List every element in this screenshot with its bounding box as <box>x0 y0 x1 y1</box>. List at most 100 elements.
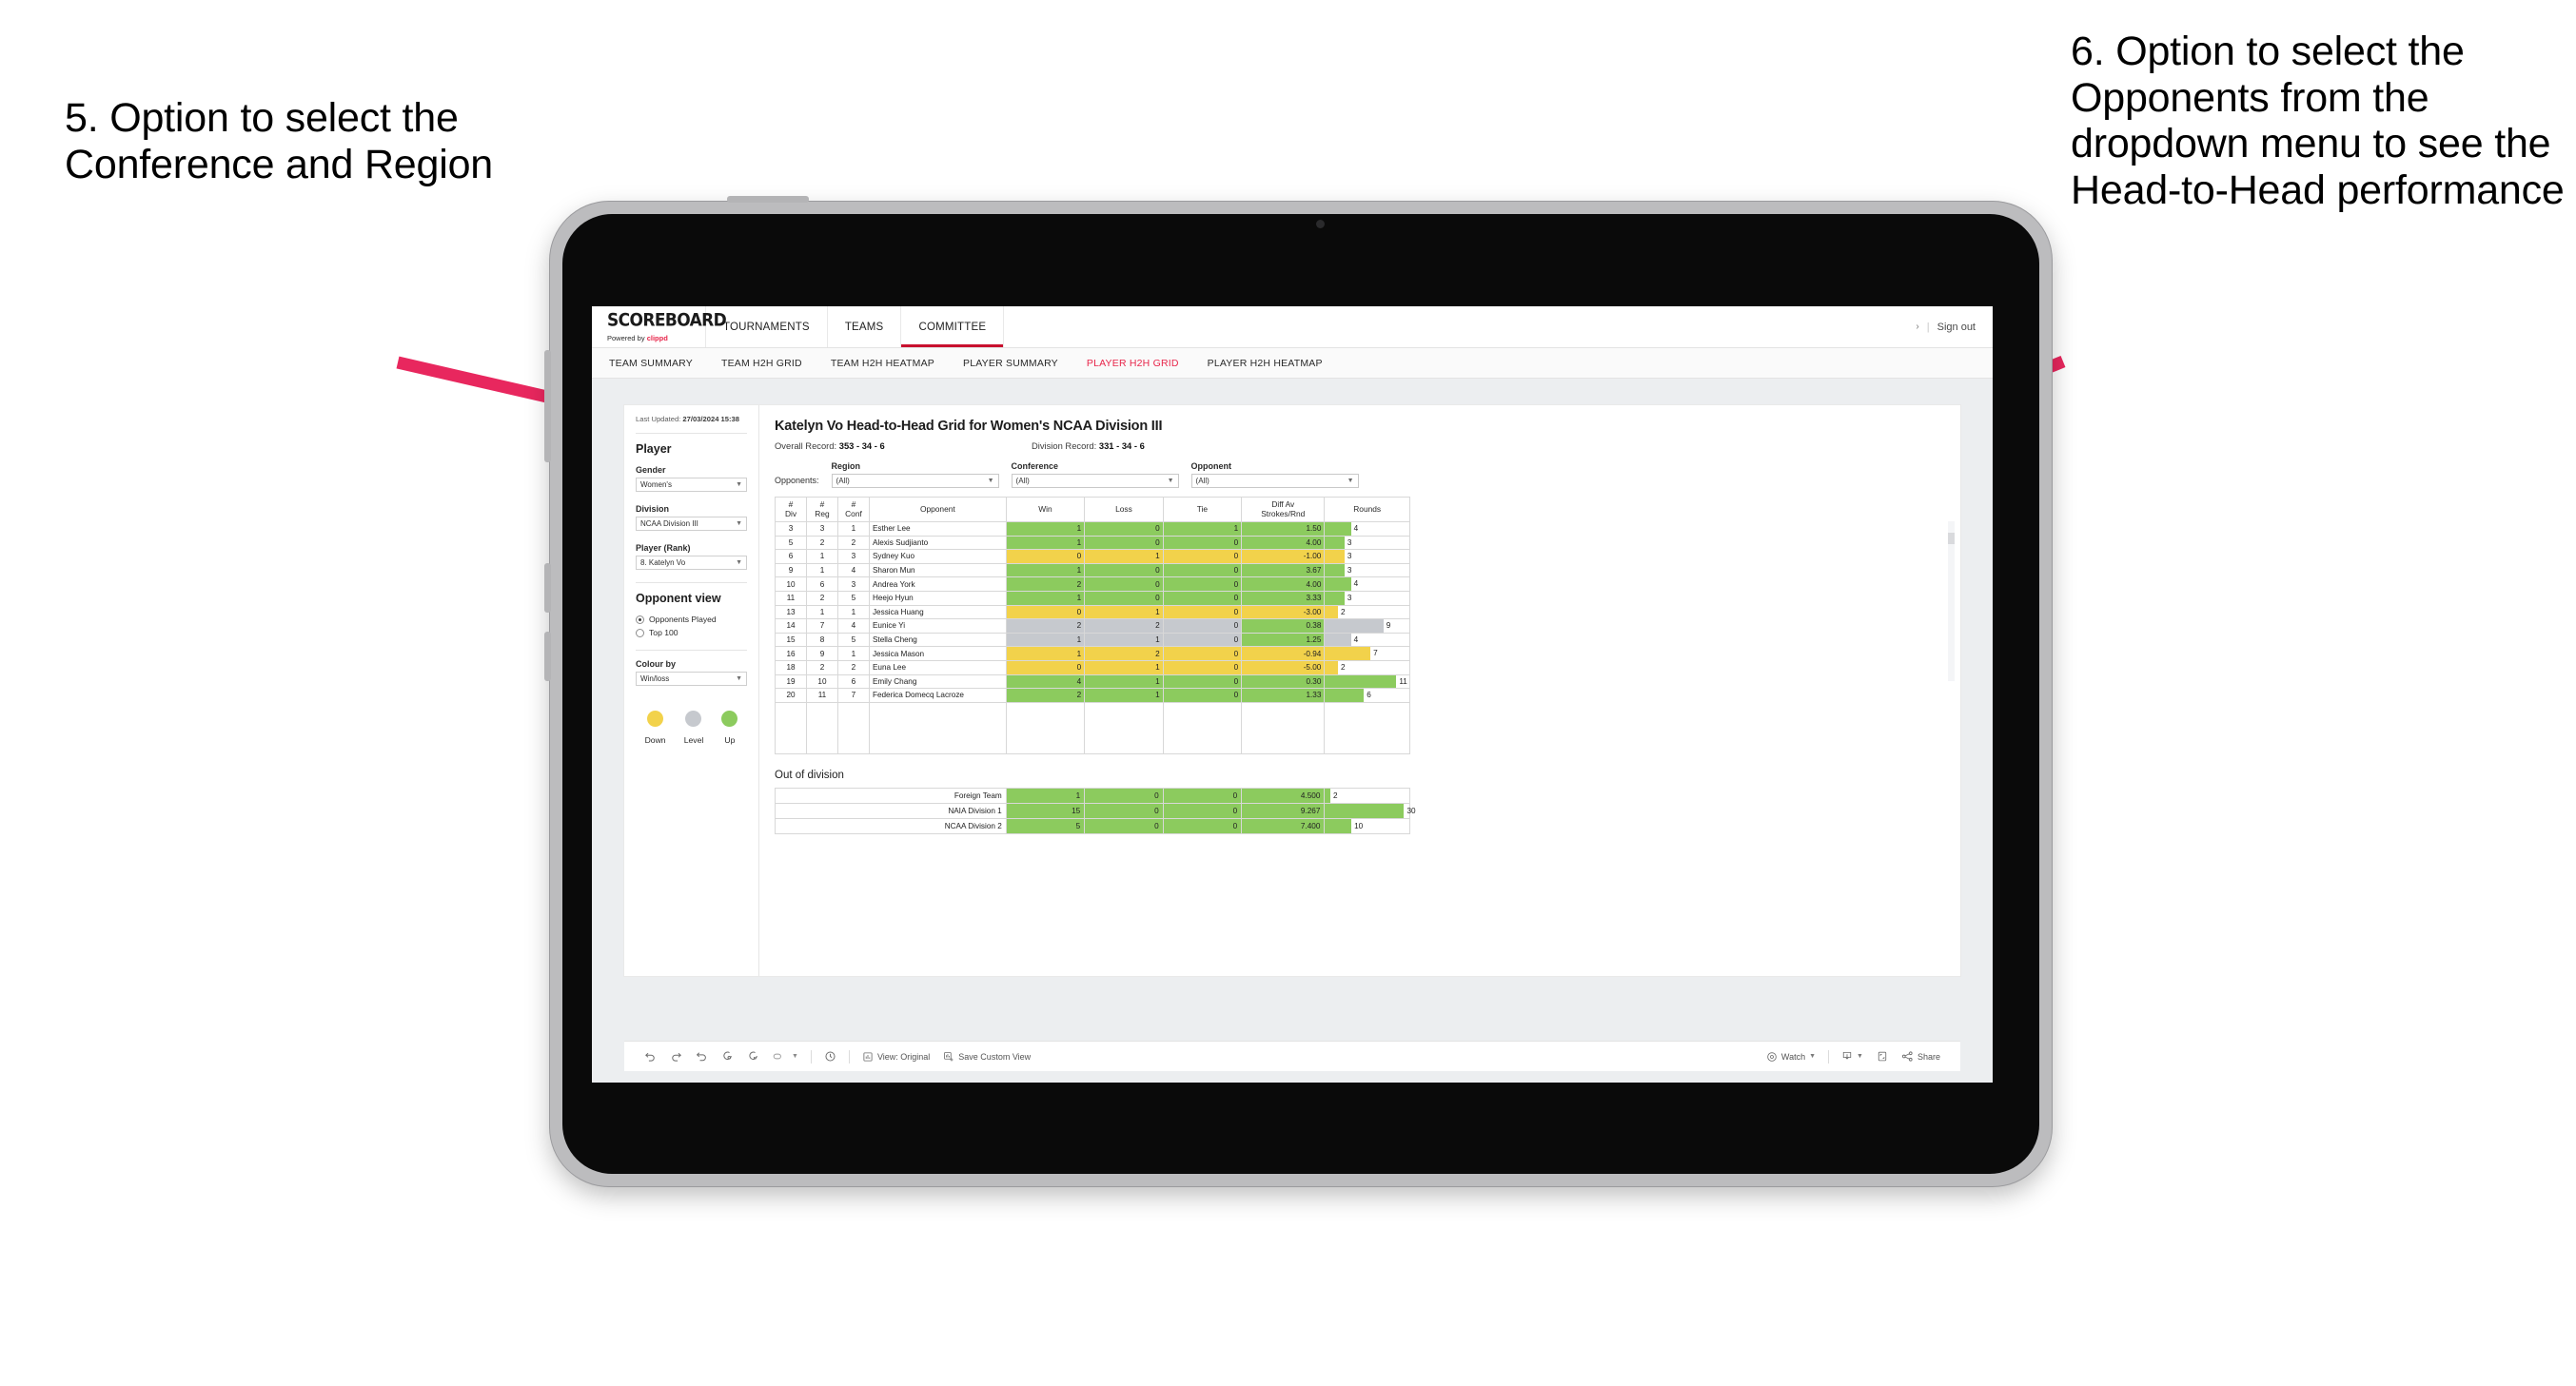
cell-conf: 5 <box>836 632 870 648</box>
chevron-down-icon: ▼ <box>736 675 742 683</box>
grid-scrollbar[interactable] <box>1948 521 1955 681</box>
rounds-value: 4 <box>1353 579 1359 589</box>
cell-conf: 5 <box>836 590 870 606</box>
chevron-down-icon: ▼ <box>736 559 742 567</box>
table-row[interactable]: 13 1 1 Jessica Huang 0 1 0 -3.00 2 <box>775 604 1410 620</box>
subnav-team-h2h-grid[interactable]: TEAM H2H GRID <box>721 358 802 369</box>
col-diff-av-strokes[interactable]: Diff Av Strokes/Rnd <box>1241 497 1326 522</box>
table-row[interactable]: 11 2 5 Heejo Hyun 1 0 0 3.33 3 <box>775 590 1410 606</box>
gender-select[interactable]: Women's ▼ <box>636 478 747 493</box>
cell-diff: 4.00 <box>1241 576 1326 592</box>
table-row[interactable]: NCAA Division 2 5 0 0 7.400 10 <box>775 818 1410 835</box>
table-row[interactable]: 16 9 1 Jessica Mason 1 2 0 -0.94 7 <box>775 646 1410 661</box>
radio-opponents-played[interactable]: Opponents Played <box>636 615 747 624</box>
col-diff-l1: Diff Av <box>1271 498 1295 509</box>
cell-reg: 10 <box>805 673 838 690</box>
fullscreen-button[interactable] <box>1870 1050 1895 1063</box>
view-original-button[interactable]: View: Original <box>855 1051 936 1063</box>
table-row[interactable]: 15 8 5 Stella Cheng 1 1 0 1.25 4 <box>775 632 1410 648</box>
col-conf[interactable]: # Conf <box>836 497 870 522</box>
grid-scrollbar-thumb[interactable] <box>1948 533 1955 544</box>
region-select[interactable]: (All) ▼ <box>831 474 999 488</box>
rounds-bar <box>1325 563 1345 577</box>
subnav-player-summary[interactable]: PLAYER SUMMARY <box>963 358 1058 369</box>
gender-label: Gender <box>636 465 666 476</box>
download-button[interactable]: ▼ <box>1835 1050 1870 1063</box>
table-row[interactable]: 14 7 4 Eunice Yi 2 2 0 0.38 9 <box>775 618 1410 634</box>
pause-button[interactable] <box>740 1050 766 1063</box>
subnav-player-h2h-heatmap[interactable]: PLAYER H2H HEATMAP <box>1208 358 1323 369</box>
col-tie[interactable]: Tie <box>1162 497 1243 522</box>
cell-win: 2 <box>1005 688 1086 703</box>
opponent-select[interactable]: (All) ▼ <box>1190 474 1359 488</box>
table-row[interactable]: 6 1 3 Sydney Kuo 0 1 0 -1.00 3 <box>775 549 1410 564</box>
topnav-teams[interactable]: TEAMS <box>828 306 902 347</box>
cell-loss: 0 <box>1084 562 1164 578</box>
table-row[interactable]: 3 3 1 Esther Lee 1 0 1 1.50 4 <box>775 521 1410 537</box>
division-select[interactable]: NCAA Division III ▼ <box>636 517 747 532</box>
topnav-committee[interactable]: COMMITTEE <box>901 306 1005 347</box>
cell-opponent: Stella Cheng <box>868 632 1007 648</box>
share-button[interactable]: Share <box>1895 1050 1947 1063</box>
conference-select[interactable]: (All) ▼ <box>1011 474 1179 488</box>
table-row[interactable]: 18 2 2 Euna Lee 0 1 0 -5.00 2 <box>775 659 1410 675</box>
rounds-bar <box>1325 536 1345 550</box>
volume-up-button[interactable] <box>544 563 551 613</box>
sign-out-link[interactable]: Sign out <box>1937 322 1976 333</box>
topnav-tournaments[interactable]: TOURNAMENTS <box>706 306 828 347</box>
cell-ood-loss: 0 <box>1084 818 1164 835</box>
cell-tie: 0 <box>1162 618 1243 634</box>
radio-opponents-played-label: Opponents Played <box>649 615 717 625</box>
subnav-team-summary[interactable]: TEAM SUMMARY <box>609 358 693 369</box>
cell-ood-rounds: 10 <box>1324 818 1410 835</box>
highlight-button[interactable]: ▼ <box>766 1050 805 1063</box>
legend-item-up: Up <box>721 711 738 745</box>
refresh-button[interactable] <box>715 1050 740 1063</box>
col-opponent[interactable]: Opponent <box>868 497 1007 522</box>
revert-button[interactable] <box>689 1050 715 1063</box>
cell-tie: 0 <box>1162 673 1243 690</box>
cell-ood-win: 5 <box>1005 818 1086 835</box>
chevron-right-icon[interactable]: › <box>1916 322 1918 332</box>
col-win[interactable]: Win <box>1005 497 1086 522</box>
cell-conf: 1 <box>836 604 870 620</box>
divider <box>636 582 747 584</box>
table-row[interactable]: 20 11 7 Federica Domecq Lacroze 2 1 0 1.33 6 <box>775 688 1410 703</box>
subnav-team-h2h-heatmap[interactable]: TEAM H2H HEATMAP <box>831 358 934 369</box>
clock-button[interactable] <box>817 1050 843 1063</box>
cell-win: 1 <box>1005 590 1086 606</box>
cell-ood-loss: 0 <box>1084 788 1164 805</box>
table-row[interactable]: Foreign Team 1 0 0 4.500 2 <box>775 788 1410 805</box>
watch-button[interactable]: Watch ▼ <box>1760 1051 1822 1063</box>
logo-wordmark: SCOREBOARD <box>607 309 727 332</box>
table-row[interactable]: 5 2 2 Alexis Sudjianto 1 0 0 4.00 3 <box>775 535 1410 551</box>
table-row[interactable]: 10 6 3 Andrea York 2 0 0 4.00 4 <box>775 576 1410 592</box>
table-row[interactable]: 9 1 4 Sharon Mun 1 0 0 3.67 3 <box>775 562 1410 578</box>
colour-by-select[interactable]: Win/loss ▼ <box>636 672 747 687</box>
table-row[interactable]: 19 10 6 Emily Chang 4 1 0 0.30 11 <box>775 673 1410 690</box>
col-loss[interactable]: Loss <box>1084 497 1164 522</box>
table-row[interactable]: NAIA Division 1 15 0 0 9.267 30 <box>775 803 1416 820</box>
rounds-value: 3 <box>1347 537 1352 547</box>
cell-rounds: 4 <box>1324 521 1410 537</box>
side-button[interactable] <box>544 350 551 462</box>
radio-top-100[interactable]: Top 100 <box>636 628 747 637</box>
col-reg[interactable]: # Reg <box>805 497 838 522</box>
app-logo[interactable]: SCOREBOARD Powered by clippd <box>592 306 727 347</box>
subnav-player-h2h-grid[interactable]: PLAYER H2H GRID <box>1087 358 1179 369</box>
undo-button[interactable] <box>638 1050 663 1063</box>
col-div[interactable]: # Div <box>775 497 807 522</box>
power-button[interactable] <box>727 196 809 203</box>
player-rank-value: 8. Katelyn Vo <box>640 558 686 568</box>
player-rank-select[interactable]: 8. Katelyn Vo ▼ <box>636 556 747 571</box>
colour-legend: Down Level Up <box>636 711 747 745</box>
toolbar-separator <box>810 1049 812 1064</box>
region-label: Region <box>831 461 861 471</box>
cell-ood-diff: 4.500 <box>1241 788 1326 805</box>
save-custom-view-button[interactable]: Save Custom View <box>936 1051 1037 1063</box>
chevron-down-icon: ▼ <box>1857 1053 1863 1060</box>
col-rounds[interactable]: Rounds <box>1324 497 1410 522</box>
redo-button[interactable] <box>663 1050 689 1063</box>
volume-down-button[interactable] <box>544 632 551 681</box>
col-reg-l1: # <box>819 498 825 509</box>
